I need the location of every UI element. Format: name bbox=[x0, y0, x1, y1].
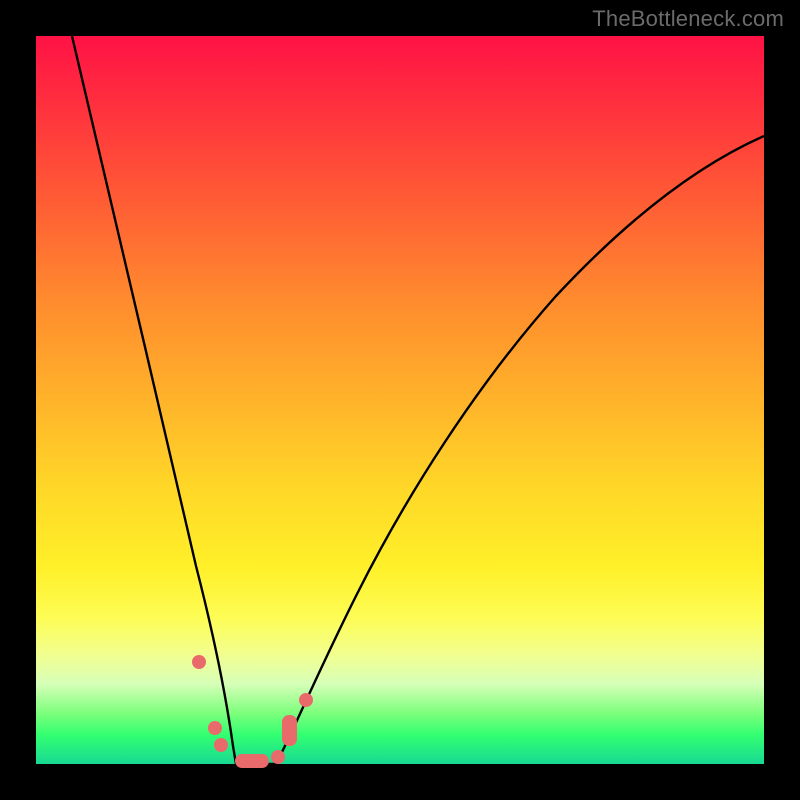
marker-dot bbox=[192, 655, 206, 669]
chart-svg bbox=[36, 36, 764, 764]
marker-pill bbox=[235, 754, 269, 768]
marker-dot bbox=[214, 738, 228, 752]
watermark-text: TheBottleneck.com bbox=[592, 6, 784, 32]
marker-dot bbox=[271, 750, 285, 764]
curve-right-branch bbox=[276, 136, 764, 764]
chart-stage: TheBottleneck.com bbox=[0, 0, 800, 800]
bottleneck-curve bbox=[72, 36, 764, 764]
marker-dot bbox=[208, 721, 222, 735]
curve-left-branch bbox=[72, 36, 236, 764]
marker-pill bbox=[282, 715, 297, 746]
marker-dot bbox=[299, 693, 313, 707]
curve-markers bbox=[192, 655, 313, 768]
